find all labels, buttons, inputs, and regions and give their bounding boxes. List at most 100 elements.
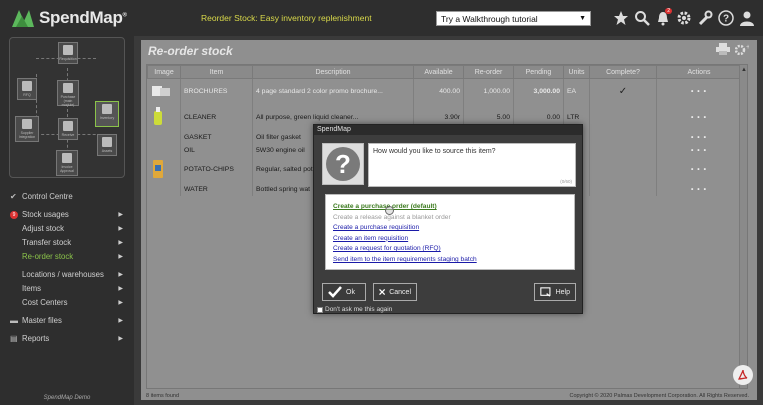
top-icon-bar: 2 ?: [612, 8, 756, 28]
item-thumbnail: [147, 156, 181, 183]
option-blanket-release: Create a release against a blanket order: [333, 213, 451, 221]
help-icon[interactable]: ?: [717, 8, 735, 28]
check-icon: [328, 286, 342, 298]
close-icon: [379, 288, 386, 296]
col-image[interactable]: Image: [147, 65, 181, 79]
spendmap-logo[interactable]: SpendMap®: [10, 7, 127, 29]
diagram-node-supplier[interactable]: Supplier Integration: [15, 116, 39, 142]
brand-name: SpendMap®: [39, 8, 127, 27]
nav-locations[interactable]: Locations / warehouses ▶: [0, 268, 134, 282]
nav-reports[interactable]: ▤ Reports ▶: [0, 332, 134, 346]
option-staging-batch[interactable]: Send item to the item requirements stagi…: [333, 255, 567, 266]
complete-checkmark[interactable]: ✓: [589, 78, 657, 105]
question-area: ? How would you like to source this item…: [322, 143, 576, 187]
col-reorder[interactable]: Re-order: [463, 65, 514, 79]
diagram-node-receive[interactable]: Receive: [58, 118, 78, 140]
chevron-right-icon: ▶: [118, 300, 123, 306]
chevron-right-icon: ▶: [118, 254, 123, 260]
nav-stock-usages[interactable]: 9 Stock usages ▶: [0, 208, 134, 222]
option-rfq[interactable]: Create a request for quotation (RFQ): [333, 244, 567, 255]
col-complete[interactable]: Complete?: [589, 65, 657, 79]
page-tagline: Reorder Stock: Easy inventory replenishm…: [201, 13, 372, 23]
nav-control-centre[interactable]: ✔ Control Centre: [0, 190, 134, 204]
diagram-node-invoice[interactable]: Invoice Approval: [56, 150, 78, 176]
sidebar: Requisition RFQ Purchase (main module) I…: [0, 36, 134, 405]
gear-icon[interactable]: [675, 8, 693, 28]
nav-cost-centers[interactable]: Cost Centers ▶: [0, 296, 134, 310]
source-item-dialog: SpendMap ? How would you like to source …: [313, 124, 583, 314]
folder-icon: ▬: [10, 316, 18, 325]
module-diagram: Requisition RFQ Purchase (main module) I…: [9, 37, 125, 178]
checkbox[interactable]: [317, 306, 323, 313]
scroll-up-icon[interactable]: ▲: [741, 67, 747, 73]
item-thumbnail: [147, 78, 181, 105]
col-actions[interactable]: Actions: [656, 65, 742, 79]
mouse-cursor: [385, 206, 394, 215]
nav-adjust-stock[interactable]: Adjust stock ▶: [0, 222, 134, 236]
diagram-node-requisition[interactable]: Requisition: [58, 42, 78, 64]
table-row[interactable]: BROCHURES 4 page standard 2 color promo …: [147, 78, 742, 105]
sidebar-nav: ✔ Control Centre 9 Stock usages ▶ Adjust st…: [0, 190, 134, 346]
nav-items[interactable]: Items ▶: [0, 282, 134, 296]
col-pending[interactable]: Pending: [513, 65, 564, 79]
svg-text:?: ?: [723, 14, 729, 25]
row-actions-button[interactable]: • • •: [656, 156, 742, 183]
page-title: Re-order stock: [148, 44, 233, 58]
source-options: Create a purchase order (default) Create…: [325, 194, 575, 270]
logo-mark-icon: [10, 7, 36, 29]
ok-button[interactable]: Ok: [322, 283, 366, 301]
dialog-title: SpendMap: [314, 125, 582, 135]
col-units[interactable]: Units: [563, 65, 590, 79]
option-purchase-requisition[interactable]: Create a purchase requisition: [333, 223, 567, 234]
copyright: Copyright © 2020 Palmas Development Corp…: [569, 393, 749, 399]
nav-master-files[interactable]: ▬ Master files ▶: [0, 314, 134, 328]
svg-text:+: +: [746, 44, 749, 51]
checkmark-icon: ✔: [10, 192, 17, 201]
star-icon[interactable]: [612, 8, 630, 28]
diagram-node-inventory[interactable]: Inventory: [95, 101, 119, 127]
chevron-right-icon: ▶: [118, 226, 123, 232]
walkthrough-select[interactable]: Try a Walkthrough tutorial ▼: [436, 11, 591, 26]
row-actions-button[interactable]: • • •: [656, 143, 742, 157]
wrench-icon[interactable]: [696, 8, 714, 28]
help-button[interactable]: Help: [534, 283, 576, 301]
chevron-right-icon: ▶: [118, 272, 123, 278]
top-bar: SpendMap® Reorder Stock: Easy inventory …: [0, 0, 763, 36]
chevron-right-icon: ▶: [118, 240, 123, 246]
row-actions-button[interactable]: • • •: [656, 78, 742, 105]
chevron-right-icon: ▶: [118, 318, 123, 324]
table-header: Image Item Description Available Re-orde…: [147, 65, 742, 79]
col-description[interactable]: Description: [252, 65, 414, 79]
pdf-icon[interactable]: [733, 365, 753, 385]
table-scrollbar[interactable]: ▲: [739, 65, 747, 388]
notification-badge: 2: [665, 8, 672, 14]
nav-transfer-stock[interactable]: Transfer stock ▶: [0, 236, 134, 250]
diagram-node-assets[interactable]: Assets: [97, 134, 117, 156]
dont-ask-checkbox[interactable]: Don't ask me this again: [317, 306, 392, 313]
question-text: How would you like to source this item? …: [368, 143, 576, 187]
chevron-right-icon: ▶: [118, 286, 123, 292]
row-actions-button[interactable]: • • •: [656, 130, 742, 144]
col-item[interactable]: Item: [180, 65, 253, 79]
row-actions-button[interactable]: • • •: [656, 104, 742, 131]
printer-icon: ▤: [10, 334, 18, 343]
option-purchase-order[interactable]: Create a purchase order (default): [333, 202, 567, 213]
user-icon[interactable]: [738, 8, 756, 28]
help-book-icon: [540, 287, 551, 297]
nav-reorder-stock[interactable]: Re-order stock ▶: [0, 250, 134, 264]
items-found: 8 items found: [146, 393, 180, 399]
cancel-button[interactable]: Cancel: [373, 283, 417, 301]
col-available[interactable]: Available: [413, 65, 464, 79]
bell-icon[interactable]: 2: [654, 8, 672, 28]
diagram-node-rfq[interactable]: RFQ: [17, 78, 37, 100]
diagram-node-purchase[interactable]: Purchase (main module): [57, 80, 79, 107]
chevron-right-icon: ▶: [118, 212, 123, 218]
printer-icon[interactable]: [716, 43, 730, 57]
settings-icon[interactable]: +: [734, 43, 750, 57]
page-tools: +: [716, 43, 750, 57]
option-item-requisition[interactable]: Create an item requisition: [333, 234, 567, 245]
svg-text:?: ?: [335, 149, 351, 179]
chevron-right-icon: ▶: [118, 336, 123, 342]
row-actions-button[interactable]: • • •: [656, 182, 742, 196]
search-icon[interactable]: [633, 8, 651, 28]
